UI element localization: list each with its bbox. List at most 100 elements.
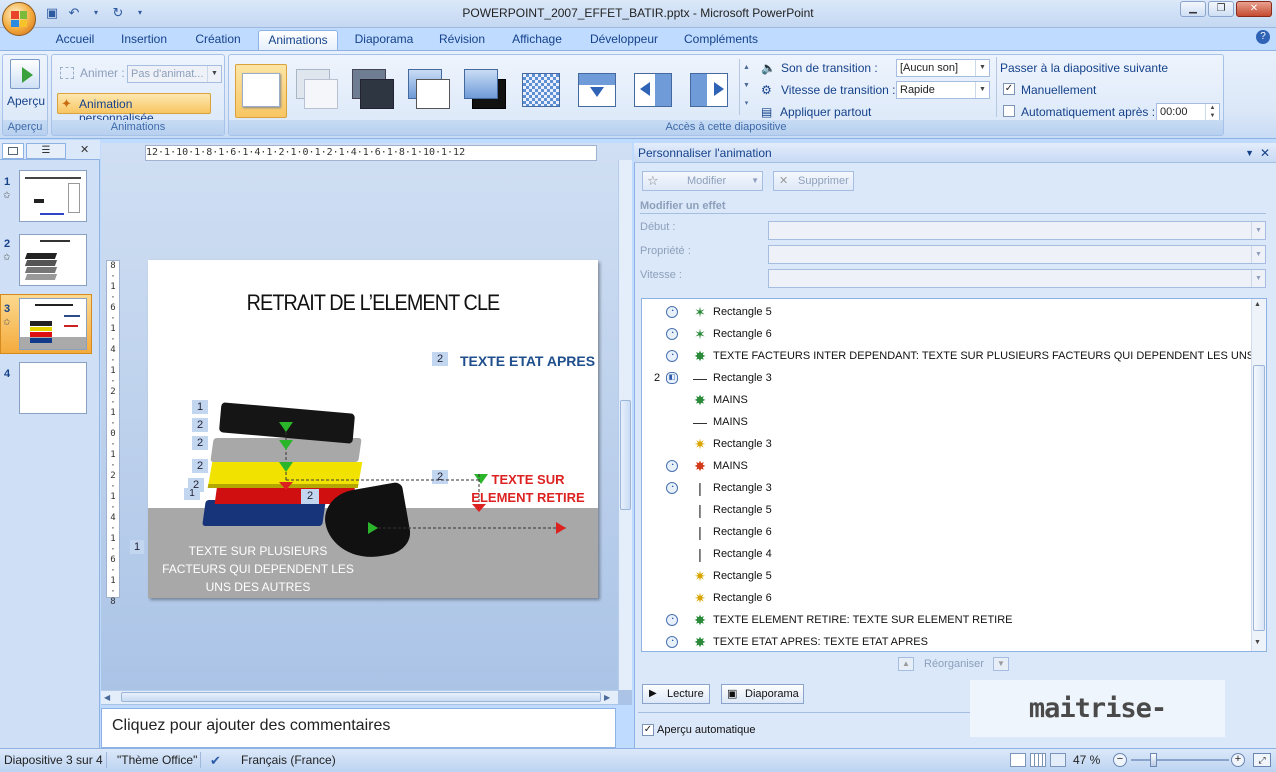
theme-name[interactable]: "Thème Office" xyxy=(117,753,197,767)
transition-cut[interactable] xyxy=(403,64,455,118)
debut-select[interactable]: ▼ xyxy=(768,221,1266,240)
propriete-select[interactable]: ▼ xyxy=(768,245,1266,264)
close-pane-icon[interactable]: ✕ xyxy=(1260,143,1270,163)
manual-checkbox[interactable]: ✓ xyxy=(1003,83,1015,95)
animation-list-item[interactable]: | Rectangle 4 xyxy=(642,543,1252,565)
transition-fade[interactable] xyxy=(291,64,343,118)
notes-pane[interactable]: Cliquez pour ajouter des commentaires xyxy=(101,708,616,748)
spinner-icon[interactable]: ▲ ▼ xyxy=(1205,104,1219,120)
slideshow-button[interactable]: ▣ Diaporama xyxy=(721,684,804,704)
slide-canvas[interactable]: RETRAIT DE L’ELEMENT CLE 2 TEXTE ETAT AP… xyxy=(148,260,598,598)
tab-complements[interactable]: Compléments xyxy=(680,30,762,50)
transition-dissolve[interactable] xyxy=(515,64,567,118)
transition-cut-black[interactable] xyxy=(459,64,511,118)
scroll-right-icon[interactable]: ▶ xyxy=(604,693,610,702)
animation-list-item[interactable]: ◔ | Rectangle 3 xyxy=(642,477,1252,499)
pane-options-icon[interactable]: ▼ xyxy=(1245,143,1254,163)
tab-accueil[interactable]: Accueil xyxy=(50,30,100,50)
scroll-left-icon[interactable]: ◀ xyxy=(104,693,110,702)
zoom-slider-thumb[interactable] xyxy=(1150,753,1157,767)
office-button[interactable] xyxy=(2,2,36,36)
scroll-thumb[interactable] xyxy=(620,400,631,510)
preview-button[interactable]: Aperçu xyxy=(7,94,45,108)
zoom-out-icon[interactable]: − xyxy=(1113,753,1127,767)
animation-list-item[interactable]: ◔ ✶ Rectangle 6 xyxy=(642,323,1252,345)
transition-wipe-down[interactable] xyxy=(571,64,623,118)
animation-list-item[interactable]: ✷ Rectangle 6 xyxy=(642,587,1252,609)
zoom-level[interactable]: 47 % xyxy=(1073,753,1100,767)
vitesse-select[interactable]: ▼ xyxy=(768,269,1266,288)
animation-list-item[interactable]: ✷ Rectangle 5 xyxy=(642,565,1252,587)
thumbnail-slide-3[interactable] xyxy=(19,298,87,350)
gallery-scroll[interactable]: ▲ ▼ ▾ xyxy=(739,59,753,115)
tab-animations[interactable]: Animations xyxy=(258,30,338,50)
outline-tab[interactable]: ☰ xyxy=(26,143,66,159)
close-button[interactable]: ✕ xyxy=(1236,1,1272,17)
scroll-thumb[interactable] xyxy=(1253,365,1265,631)
slide-horizontal-scrollbar[interactable]: ◀ ▶ xyxy=(101,690,618,704)
animer-select[interactable]: Pas d'animat... ▼ xyxy=(127,65,222,83)
animation-list-item[interactable]: ◔ ✸ TEXTE ETAT APRES: TEXTE ETAT APRES xyxy=(642,631,1252,651)
auto-time-spinner[interactable]: 00:00 ▲ ▼ xyxy=(1156,103,1220,121)
transition-wipe-left[interactable] xyxy=(627,64,679,118)
vertical-ruler[interactable]: 8·1·6·1·4·1·2·1·0·1·2·1·4·1·6·1·8 xyxy=(106,260,120,607)
son-select[interactable]: [Aucun son] ▼ xyxy=(896,59,990,77)
move-down-icon[interactable]: ▼ xyxy=(993,657,1009,671)
tab-diaporama[interactable]: Diaporama xyxy=(350,30,418,50)
scroll-thumb[interactable] xyxy=(121,692,601,702)
transition-none[interactable] xyxy=(235,64,287,118)
apply-all-button[interactable]: Appliquer partout xyxy=(780,105,871,119)
animation-list-item[interactable]: | Rectangle 6 xyxy=(642,521,1252,543)
move-up-icon[interactable]: ▲ xyxy=(898,657,914,671)
scroll-down-icon[interactable]: ▼ xyxy=(1254,639,1261,646)
slide-sorter-icon[interactable] xyxy=(1030,753,1046,767)
zoom-slider[interactable] xyxy=(1131,759,1229,761)
language[interactable]: Français (France) xyxy=(241,753,336,767)
delete-button[interactable]: ✕ Supprimer xyxy=(773,171,854,191)
modify-button[interactable]: ☆ Modifier ▼ xyxy=(642,171,763,191)
animation-list-item[interactable]: 2 ◧ — Rectangle 3 xyxy=(642,367,1252,389)
horizontal-ruler[interactable]: 12·1·10·1·8·1·6·1·4·1·2·1·0·1·2·1·4·1·6·… xyxy=(145,145,597,161)
animation-list-item[interactable]: ◔ ✶ Rectangle 5 xyxy=(642,301,1252,323)
close-panel-icon[interactable]: ✕ xyxy=(80,143,89,156)
animation-list-scrollbar[interactable]: ▲ ▼ xyxy=(1251,299,1266,651)
slides-tab[interactable] xyxy=(2,143,24,159)
slide-vertical-scrollbar[interactable] xyxy=(618,160,632,690)
scroll-up-icon[interactable]: ▲ xyxy=(1254,301,1261,308)
animation-list-item[interactable]: ✸ MAINS xyxy=(642,389,1252,411)
custom-animation-button[interactable]: ✦ Animation personnalisée xyxy=(57,93,211,125)
vitesse-select[interactable]: Rapide ▼ xyxy=(896,81,990,99)
gallery-up-icon[interactable]: ▲ xyxy=(740,59,753,77)
gallery-more-icon[interactable]: ▾ xyxy=(740,95,753,113)
zoom-in-icon[interactable]: + xyxy=(1231,753,1245,767)
minimize-button[interactable]: ▁ xyxy=(1180,1,1206,17)
play-button[interactable]: ▶ Lecture xyxy=(642,684,710,704)
thumbnail-slide-1[interactable] xyxy=(19,170,87,222)
tab-developpeur[interactable]: Développeur xyxy=(586,30,662,50)
restore-button[interactable]: ❐ xyxy=(1208,1,1234,17)
auto-checkbox[interactable] xyxy=(1003,105,1015,117)
fit-window-icon[interactable]: ⤢ xyxy=(1253,753,1271,767)
help-icon[interactable]: ? xyxy=(1256,30,1270,44)
auto-preview-checkbox[interactable]: ✓ xyxy=(642,724,654,736)
animation-list-item[interactable]: | Rectangle 5 xyxy=(642,499,1252,521)
animation-list[interactable]: ◔ ✶ Rectangle 5 ◔ ✶ Rectangle 6 ◔ ✸ TEXTE FACTEU… xyxy=(641,298,1267,652)
gallery-down-icon[interactable]: ▼ xyxy=(740,77,753,95)
transition-fade-black[interactable] xyxy=(347,64,399,118)
tab-insertion[interactable]: Insertion xyxy=(114,30,174,50)
animation-list-item[interactable]: ◔ ✸ MAINS xyxy=(642,455,1252,477)
transition-wipe-right[interactable] xyxy=(683,64,735,118)
animation-list-item[interactable]: — MAINS xyxy=(642,411,1252,433)
tab-revision[interactable]: Révision xyxy=(434,30,490,50)
animation-list-item[interactable]: ✷ Rectangle 3 xyxy=(642,433,1252,455)
text-element-retire[interactable]: TEXTE SUR ELEMENT RETIRE xyxy=(462,471,594,507)
animation-list-item[interactable]: ◔ ✸ TEXTE FACTEURS INTER DEPENDANT: TEXTE … xyxy=(642,345,1266,367)
normal-view-icon[interactable] xyxy=(1010,753,1026,767)
animation-list-item[interactable]: ◔ ✸ TEXTE ELEMENT RETIRE: TEXTE SUR ELEMEN… xyxy=(642,609,1252,631)
thumbnail-slide-4[interactable] xyxy=(19,362,87,414)
slideshow-view-icon[interactable] xyxy=(1050,753,1066,767)
tab-creation[interactable]: Création xyxy=(188,30,248,50)
spellcheck-icon[interactable]: ✔ xyxy=(210,753,221,769)
tab-affichage[interactable]: Affichage xyxy=(506,30,568,50)
thumbnail-slide-2[interactable] xyxy=(19,234,87,286)
